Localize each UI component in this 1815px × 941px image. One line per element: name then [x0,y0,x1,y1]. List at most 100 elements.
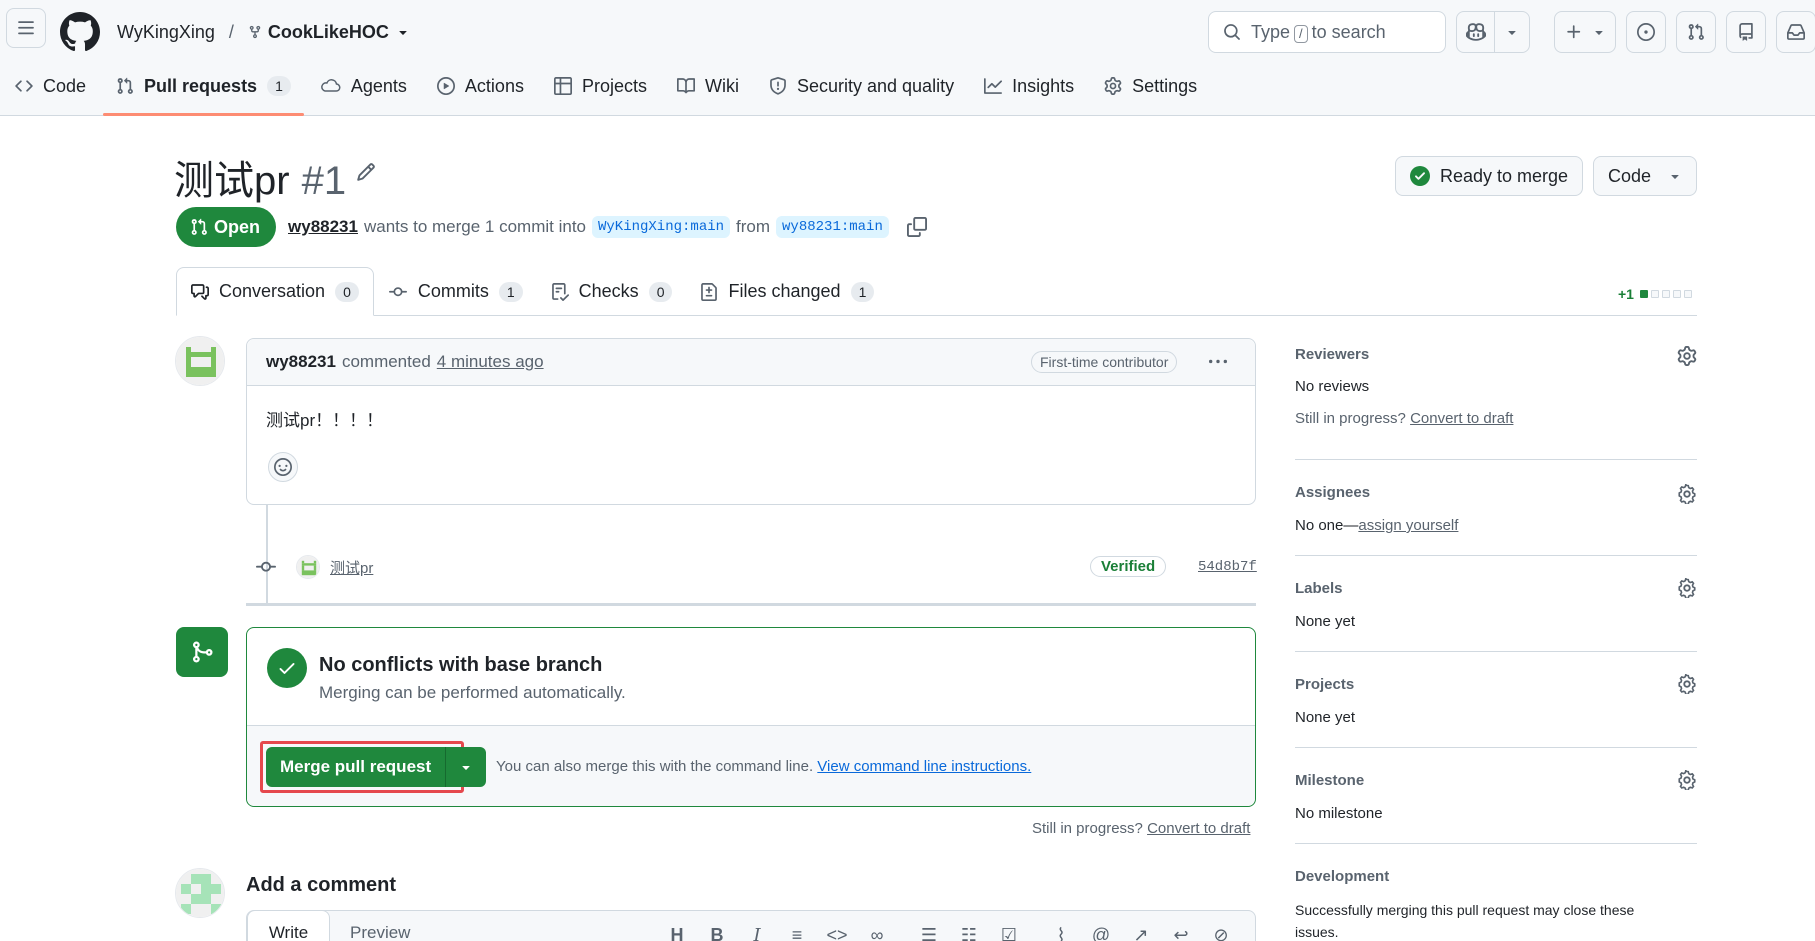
gear-icon[interactable] [1677,578,1697,598]
convert-draft-hint: Still in progress? Convert to draft [1032,820,1250,837]
code-dropdown-button[interactable]: Code [1593,156,1697,196]
repo-name: CookLikeHOC [267,21,389,42]
tab-checks[interactable]: Checks 0 [537,267,687,316]
tab-insights-label: Insights [1012,75,1075,96]
create-new-button[interactable] [1554,11,1616,53]
sidebar-still-text: Still in progress? [1295,410,1406,427]
comment-editor: Write Preview H B I ≡ <> ∞ ☰ ☷ ☑ ⌇ @ ↗ ↩… [246,910,1256,941]
copilot-menu-button[interactable] [1495,12,1529,52]
contributor-badge: First-time contributor [1031,351,1178,373]
sidebar-convert-to-draft-link[interactable]: Convert to draft [1410,410,1513,427]
gear-icon[interactable] [1677,674,1697,694]
ordered-list-icon[interactable]: ☰ [909,925,949,941]
merge-box: No conflicts with base branch Merging ca… [246,627,1256,807]
merge-pull-request-button[interactable]: Merge pull request [266,747,447,787]
gear-icon[interactable] [1677,484,1697,504]
github-logo-icon[interactable] [60,12,100,52]
commit-message[interactable]: 测试pr [330,557,373,578]
sidebar-development-value: Successfully merging this pull request m… [1295,902,1635,940]
search-shortcut-key: / [1294,24,1308,43]
comment-author[interactable]: wy88231 [266,352,336,372]
avatar[interactable] [175,336,225,386]
tab-checks-label: Checks [578,281,639,301]
avatar[interactable] [175,868,225,918]
gear-icon[interactable] [1677,346,1697,366]
tab-actions[interactable]: Actions [422,68,539,104]
verified-badge[interactable]: Verified [1090,556,1167,577]
inbox-icon [1787,24,1805,40]
heading-icon[interactable]: H [657,925,697,941]
gear-icon[interactable] [1677,770,1697,790]
copilot-button-group [1456,11,1530,53]
convert-to-draft-link[interactable]: Convert to draft [1147,820,1250,837]
paperclip-icon[interactable]: ⌇ [1041,925,1081,941]
merge-method-dropdown[interactable] [446,747,487,787]
menu-button[interactable] [6,8,46,48]
tab-insights[interactable]: Insights [969,68,1089,104]
tab-settings[interactable]: Settings [1089,68,1212,104]
breadcrumb-owner[interactable]: WyKingXing [117,22,215,43]
diffstat: +1 [1618,286,1692,302]
link-icon[interactable]: ∞ [857,925,897,941]
tab-commits[interactable]: Commits 1 [374,267,537,316]
repositories-button[interactable] [1726,11,1766,53]
tab-code[interactable]: Code [0,68,101,104]
tab-pull-requests[interactable]: Pull requests 1 [101,68,306,116]
page-title: 测试pr #1 [174,148,346,206]
base-branch[interactable]: WyKingXing:main [592,216,731,238]
cli-instructions-link[interactable]: View command line instructions. [817,758,1031,775]
tab-agents[interactable]: Agents [306,68,422,104]
breadcrumb-repo[interactable]: CookLikeHOC [248,22,411,43]
kebab-horizontal-icon[interactable] [1207,353,1229,371]
cross-reference-icon[interactable]: ↗ [1121,925,1161,941]
copy-icon[interactable] [906,217,927,237]
italic-icon[interactable]: I [737,925,777,941]
write-tab[interactable]: Write [247,910,330,941]
diffstat-additions: +1 [1618,286,1634,302]
search-input[interactable]: Type / to search [1208,11,1446,53]
commit-sha[interactable]: 54d8b7f [1198,559,1257,575]
avatar[interactable] [296,555,320,579]
code-icon[interactable]: <> [817,925,857,941]
mention-icon[interactable]: @ [1081,925,1121,941]
bold-icon[interactable]: B [697,925,737,941]
unordered-list-icon[interactable]: ☷ [949,925,989,941]
issues-button[interactable] [1626,11,1666,53]
ready-to-merge-button[interactable]: Ready to merge [1395,156,1583,196]
pull-requests-button[interactable] [1676,11,1716,53]
tab-agents-label: Agents [350,75,407,96]
tab-wiki[interactable]: Wiki [662,68,754,104]
add-comment-heading: Add a comment [246,874,397,896]
tab-checks-count: 0 [648,281,673,302]
comment-time[interactable]: 4 minutes ago [437,352,544,372]
copilot-button[interactable] [1457,12,1494,52]
assign-yourself-link[interactable]: assign yourself [1358,517,1458,534]
sidebar-milestone-title: Milestone [1295,772,1365,789]
task-list-icon[interactable]: ☑ [989,925,1029,941]
quote-icon[interactable]: ≡ [777,925,817,941]
plus-icon [1567,25,1581,39]
preview-tab[interactable]: Preview [350,923,410,941]
cli-hint: You can also merge this with the command… [496,758,1031,775]
tab-conversation[interactable]: Conversation 0 [176,267,374,316]
comment-body: 测试pr！！！！ [266,411,384,430]
head-branch[interactable]: wy88231:main [776,216,889,238]
tab-security[interactable]: Security and quality [754,68,969,104]
inbox-button[interactable] [1776,11,1815,53]
triangle-down-icon [1595,31,1603,35]
smiley-icon[interactable] [268,452,298,482]
reply-icon[interactable]: ↩ [1161,925,1201,941]
sidebar-projects-title: Projects [1295,676,1355,693]
sidebar-reviewers-value: No reviews [1295,378,1370,395]
tab-projects[interactable]: Projects [539,68,662,104]
pr-author-link[interactable]: wy88231 [288,217,358,237]
tab-files-changed-label: Files changed [728,281,841,301]
pull-requests-count: 1 [267,76,291,96]
pr-meta: Open wy88231 wants to merge 1 commit int… [176,207,927,247]
pr-title: 测试pr [174,159,290,203]
sidebar-labels: Labels None yet [1295,556,1697,652]
pencil-icon[interactable] [356,162,376,182]
repo-nav: Code Pull requests 1 Agents Actions Proj… [0,68,1212,116]
tab-files-changed[interactable]: Files changed 1 [686,267,888,316]
edit-slash-icon[interactable]: ⊘ [1201,925,1241,941]
